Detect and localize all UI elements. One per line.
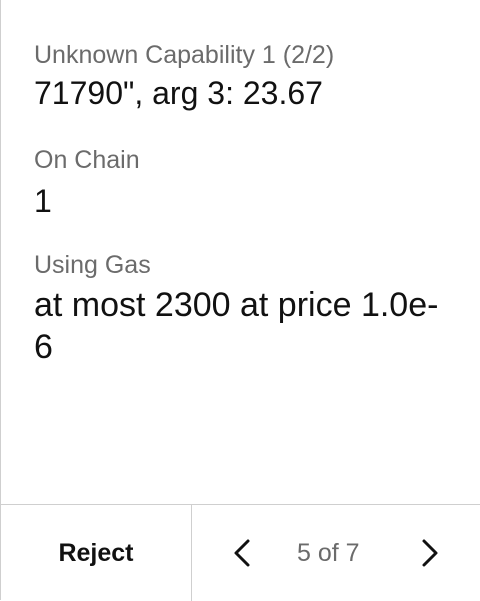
field-using-gas: Using Gas at most 2300 at price 1.0e-6 [34, 250, 460, 368]
action-footer: Reject 5 of 7 [1, 504, 480, 601]
field-value: 1 [34, 183, 52, 219]
chevron-left-icon [234, 539, 250, 567]
field-label: Using Gas [34, 251, 151, 279]
field-label: Unknown Capability 1 (2/2) [34, 41, 335, 69]
previous-page-button[interactable] [226, 535, 262, 571]
field-label: On Chain [34, 146, 140, 174]
field-value: 71790", arg 3: 23.67 [34, 75, 323, 111]
reject-button[interactable]: Reject [1, 505, 192, 601]
pagination: 5 of 7 [192, 505, 480, 601]
next-page-button[interactable] [412, 535, 448, 571]
page-indicator: 5 of 7 [297, 539, 360, 567]
field-on-chain: On Chain 1 [34, 145, 460, 223]
review-screen: Unknown Capability 1 (2/2) 71790", arg 3… [0, 0, 480, 601]
field-value: at most 2300 at price 1.0e-6 [34, 286, 439, 366]
field-unknown-capability: Unknown Capability 1 (2/2) 71790", arg 3… [34, 40, 460, 115]
chevron-right-icon [422, 539, 438, 567]
